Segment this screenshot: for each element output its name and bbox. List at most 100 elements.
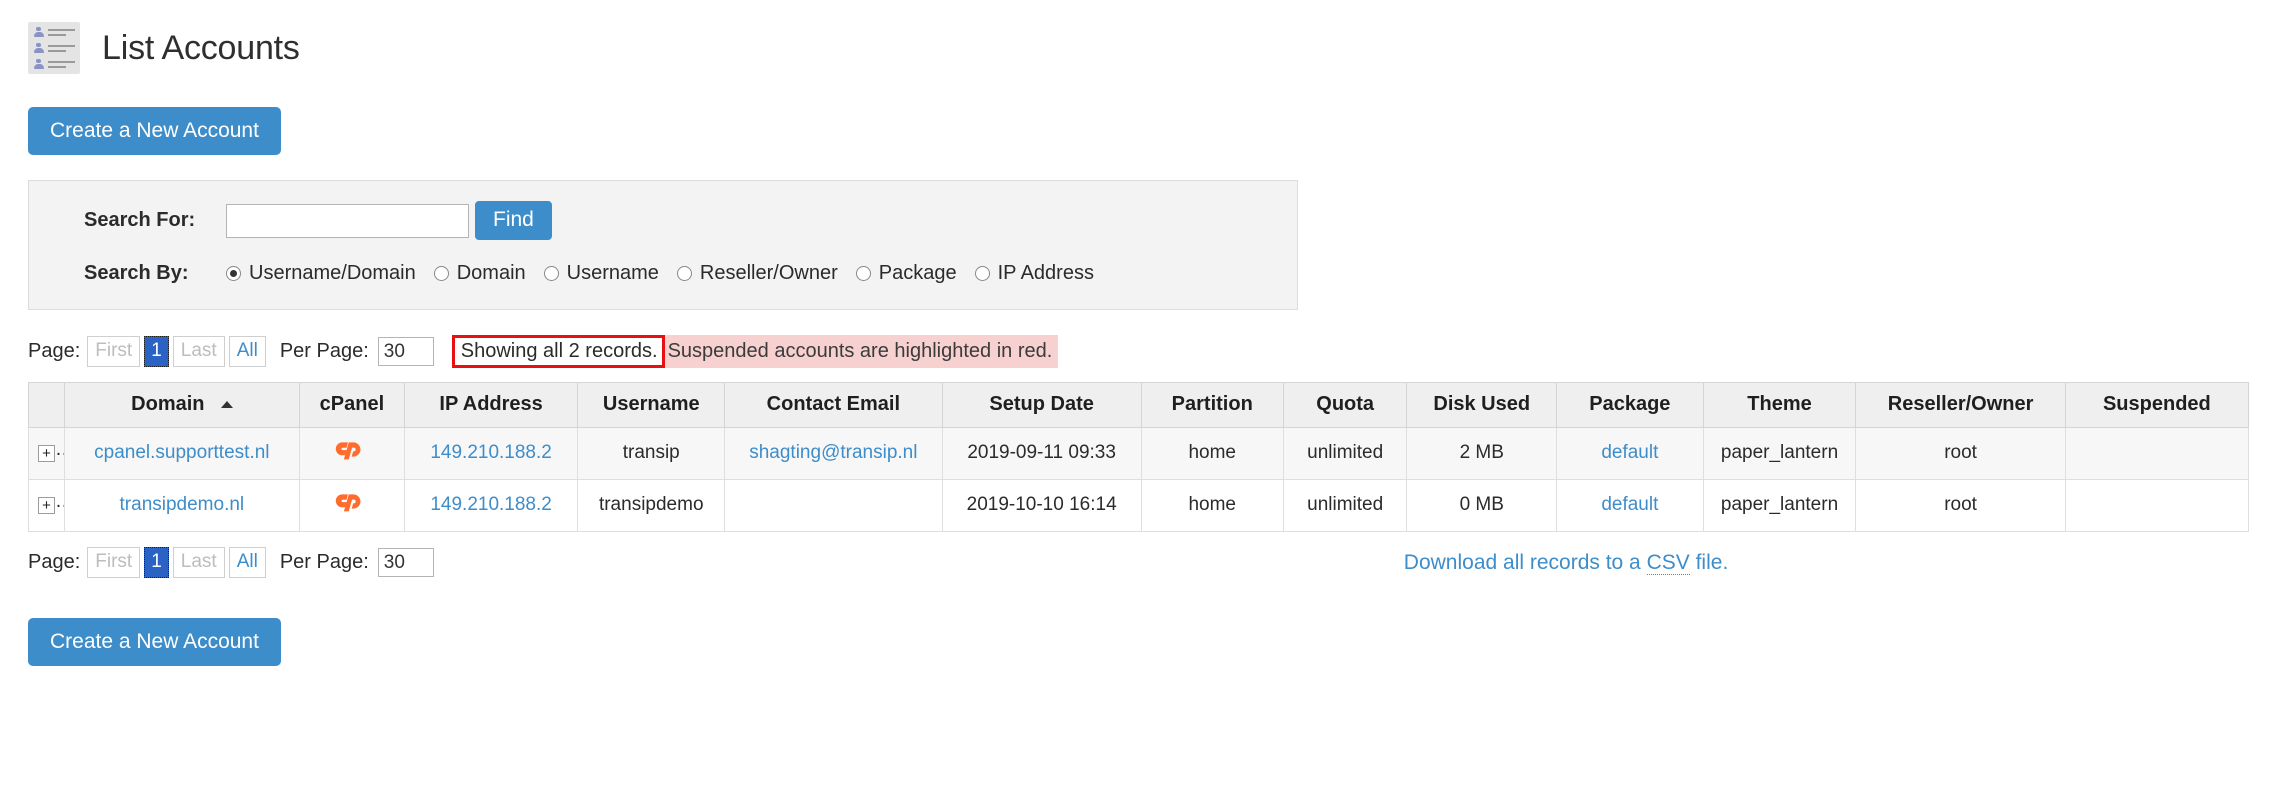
column-header-domain[interactable]: Domain (63, 382, 301, 429)
icon-lines (48, 60, 75, 68)
cell-quota: unlimited (1282, 427, 1408, 481)
sort-ascending-icon (220, 401, 233, 409)
create-new-account-button-bottom[interactable]: Create a New Account (28, 618, 281, 667)
accounts-list-icon (28, 22, 80, 74)
radio-username-domain[interactable]: Username/Domain (226, 262, 416, 285)
per-page-label: Per Page: (279, 551, 369, 574)
download-csv-link[interactable]: Download all records to a CSV file. (1403, 550, 1729, 575)
contact-email-link[interactable]: shagting@transip.nl (749, 442, 917, 463)
cell-username: transip (577, 427, 725, 481)
expand-column-header (28, 382, 65, 429)
radio-label: Package (878, 262, 957, 285)
cell-setup-date: 2019-09-11 09:33 (941, 427, 1142, 481)
radio-username[interactable]: Username (543, 262, 659, 285)
cell-reseller-owner: root (1855, 479, 2066, 533)
bottom-pager-row: Page: First 1 Last All Per Page: Downloa… (0, 547, 2277, 579)
radio-domain[interactable]: Domain (433, 262, 526, 285)
create-new-account-button-top[interactable]: Create a New Account (28, 107, 281, 156)
person-icon (33, 26, 44, 38)
icon-row (33, 58, 75, 70)
cell-contact-email (724, 479, 943, 533)
page-label: Page: (28, 551, 81, 574)
find-button[interactable]: Find (475, 201, 552, 241)
cell-ip-address: 149.210.188.2 (403, 479, 579, 533)
page-current-button[interactable]: 1 (144, 336, 169, 368)
search-input[interactable] (226, 203, 469, 238)
radio-ip-address[interactable]: IP Address (974, 262, 1094, 285)
domain-link[interactable]: transipdemo.nl (120, 494, 245, 515)
column-header-quota[interactable]: Quota (1282, 382, 1408, 429)
page-header: List Accounts (0, 0, 2277, 74)
cpanel-logo-icon[interactable] (334, 489, 370, 515)
cell-domain: transipdemo.nl (63, 479, 301, 533)
cell-partition: home (1140, 479, 1284, 533)
cell-cpanel (299, 479, 405, 533)
radio-label: Username/Domain (249, 262, 416, 285)
person-icon (33, 58, 44, 70)
page-last-button[interactable]: Last (172, 336, 225, 368)
row-expand-cell[interactable]: + (28, 479, 65, 533)
radio-dot-icon (974, 266, 990, 282)
column-header-username[interactable]: Username (577, 382, 725, 429)
cell-disk-used: 0 MB (1406, 479, 1558, 533)
icon-row (33, 42, 75, 54)
column-header-theme[interactable]: Theme (1702, 382, 1857, 429)
radio-package[interactable]: Package (855, 262, 957, 285)
page-all-button[interactable]: All (228, 336, 266, 368)
row-expand-cell[interactable]: + (28, 427, 65, 481)
cell-suspended (2064, 427, 2250, 481)
search-by-radio-group: Username/Domain Domain Username Reseller… (226, 262, 1112, 285)
csv-abbr: CSV (1646, 550, 1690, 575)
cpanel-logo-icon[interactable] (334, 437, 370, 463)
person-icon (33, 42, 44, 54)
column-header-setup-date[interactable]: Setup Date (941, 382, 1142, 429)
pager-top: Page: First 1 Last All Per Page: Showing… (28, 335, 2277, 369)
cell-partition: home (1140, 427, 1284, 481)
column-header-package[interactable]: Package (1556, 382, 1704, 429)
column-header-reseller-owner[interactable]: Reseller/Owner (1855, 382, 2066, 429)
package-link[interactable]: default (1601, 494, 1658, 515)
page-all-button[interactable]: All (228, 547, 266, 579)
page-label: Page: (28, 340, 81, 363)
csv-text-after: file. (1689, 550, 1729, 574)
cell-theme: paper_lantern (1702, 427, 1857, 481)
radio-label: Reseller/Owner (699, 262, 838, 285)
cell-quota: unlimited (1282, 479, 1408, 533)
ip-address-link[interactable]: 149.210.188.2 (430, 442, 552, 463)
per-page-input[interactable] (377, 548, 434, 578)
ip-address-link[interactable]: 149.210.188.2 (430, 494, 552, 515)
cell-username: transipdemo (577, 479, 725, 533)
cell-reseller-owner: root (1855, 427, 2066, 481)
radio-dot-icon (543, 266, 559, 282)
radio-dot-icon (676, 266, 692, 282)
radio-dot-icon (226, 266, 241, 282)
cell-ip-address: 149.210.188.2 (403, 427, 579, 481)
package-link[interactable]: default (1601, 442, 1658, 463)
page-first-button[interactable]: First (87, 547, 141, 579)
column-header-ip-address[interactable]: IP Address (403, 382, 579, 429)
column-header-partition[interactable]: Partition (1140, 382, 1284, 429)
column-header-suspended[interactable]: Suspended (2064, 382, 2250, 429)
search-by-row: Search By: Username/Domain Domain Userna… (29, 262, 1297, 285)
page-first-button[interactable]: First (87, 336, 141, 368)
per-page-label: Per Page: (279, 340, 369, 363)
radio-label: IP Address (997, 262, 1094, 285)
column-header-disk-used[interactable]: Disk Used (1406, 382, 1558, 429)
search-for-label: Search For: (84, 209, 196, 232)
column-header-contact-email[interactable]: Contact Email (724, 382, 943, 429)
page-current-button[interactable]: 1 (144, 547, 169, 579)
per-page-input[interactable] (377, 337, 434, 367)
page-last-button[interactable]: Last (172, 547, 225, 579)
radio-reseller-owner[interactable]: Reseller/Owner (676, 262, 838, 285)
csv-text-before: Download all records to a (1403, 550, 1647, 574)
accounts-table-wrapper: Domain cPanel IP Address Username Contac… (28, 382, 2250, 533)
radio-label: Username (566, 262, 659, 285)
column-header-cpanel[interactable]: cPanel (299, 382, 405, 429)
accounts-table: Domain cPanel IP Address Username Contac… (28, 382, 2250, 533)
radio-label: Domain (456, 262, 526, 285)
expand-row-icon[interactable]: + (38, 445, 55, 463)
cell-contact-email: shagting@transip.nl (724, 427, 943, 481)
cell-setup-date: 2019-10-10 16:14 (941, 479, 1142, 533)
domain-link[interactable]: cpanel.supporttest.nl (94, 442, 269, 463)
expand-row-icon[interactable]: + (38, 497, 55, 515)
